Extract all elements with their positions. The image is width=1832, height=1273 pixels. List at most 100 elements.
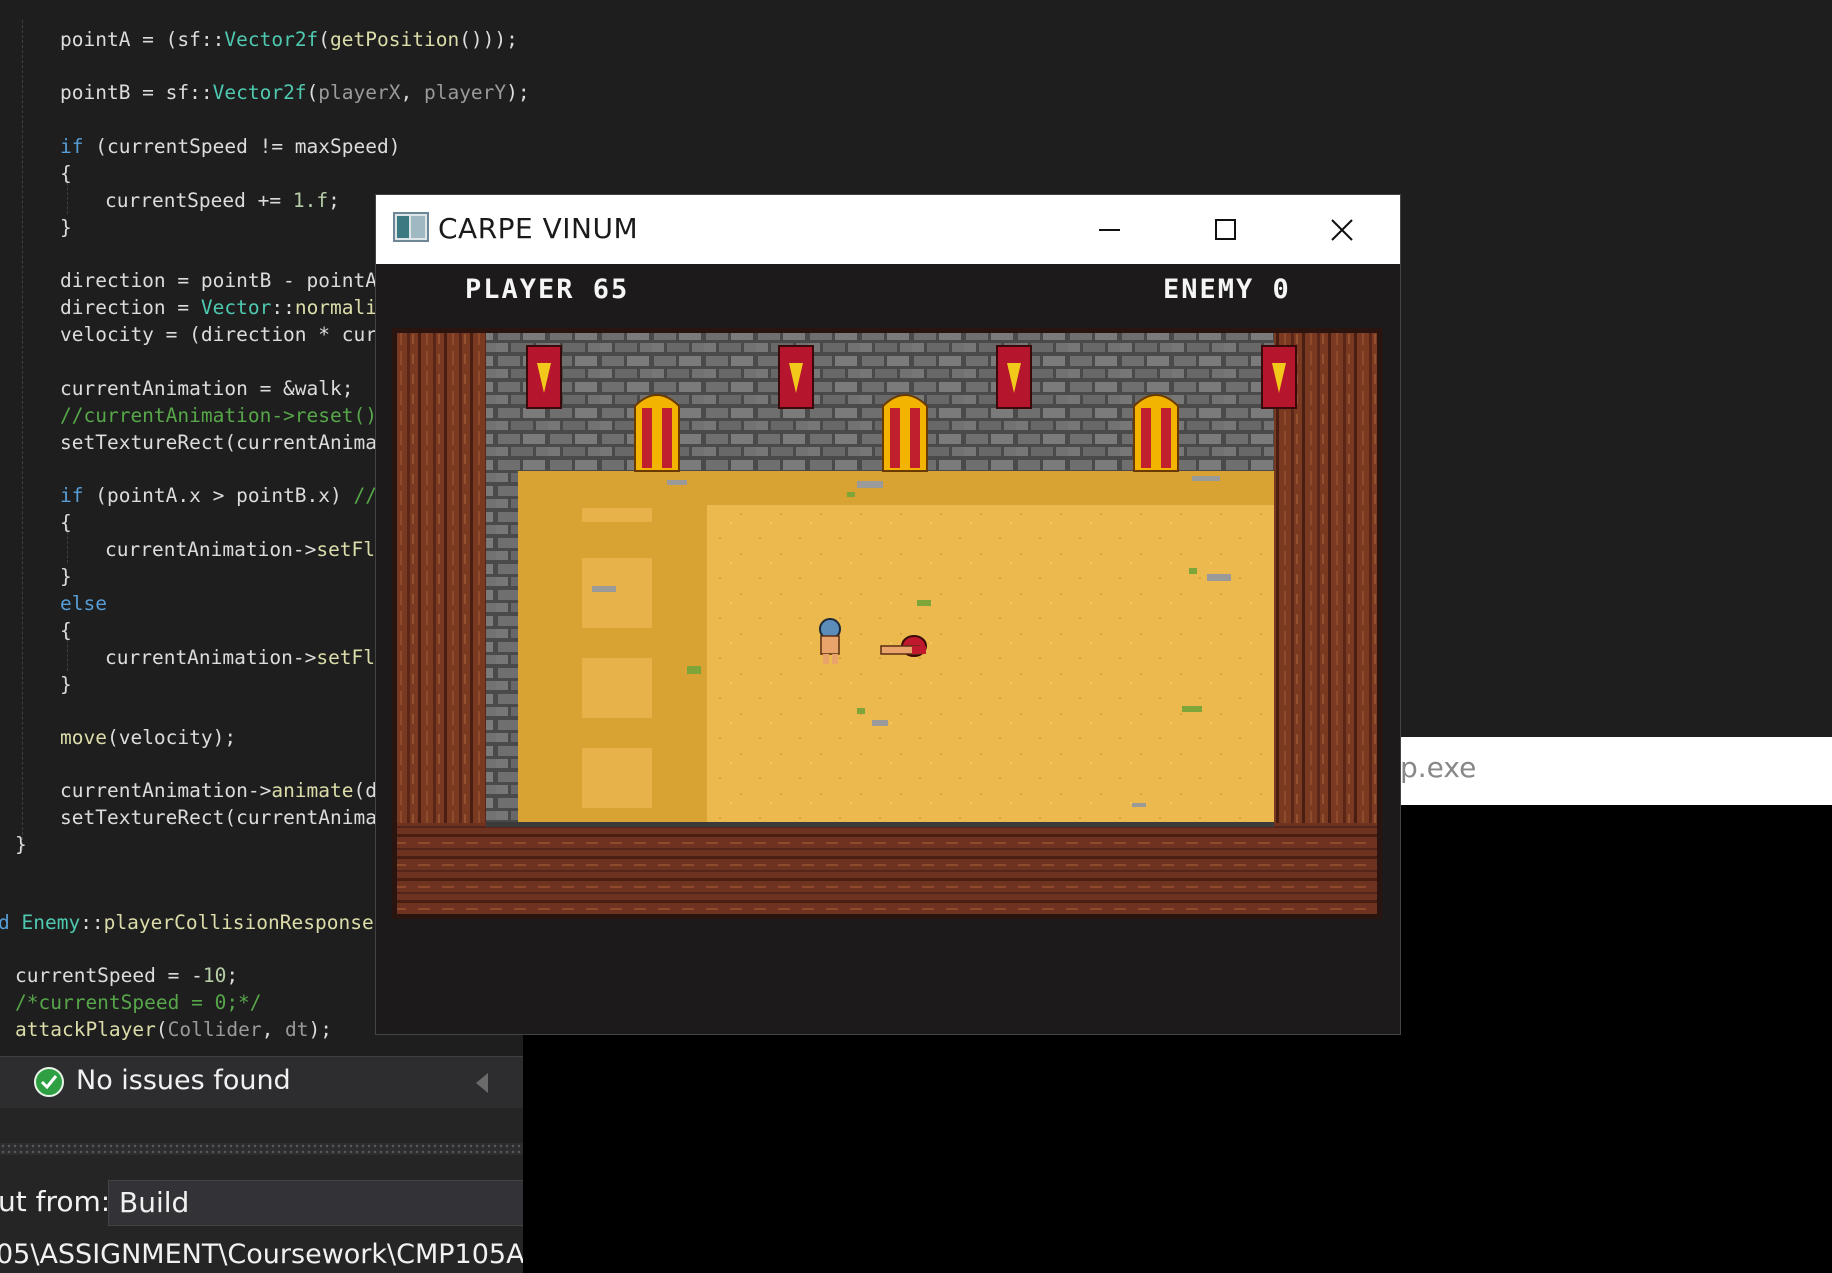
code-line[interactable]: move(velocity); (60, 725, 236, 751)
code-line[interactable]: { (60, 618, 72, 644)
close-button[interactable] (1283, 195, 1399, 264)
app-icon (393, 212, 429, 242)
issues-status-bar[interactable]: No issues found (0, 1056, 523, 1109)
code-token: currentAnimation-> (105, 538, 317, 561)
code-token: playerY (423, 81, 507, 104)
code-token: pointB = sf:: (60, 81, 213, 104)
code-line[interactable]: /*currentSpeed = 0;*/ (15, 990, 262, 1016)
code-token: , (400, 81, 424, 104)
code-token: } (60, 673, 72, 696)
issues-status-label: No issues found (76, 1065, 291, 1096)
check-circle-icon (34, 1067, 64, 1097)
code-token: getPosition (330, 28, 460, 51)
game-window[interactable]: CARPE VINUM PLAYER 65 ENEMY 0 (376, 195, 1400, 1034)
maximize-button[interactable] (1167, 195, 1283, 264)
code-line[interactable]: } (60, 672, 72, 698)
code-token: attackPlayer (15, 1018, 156, 1041)
code-line[interactable]: currentSpeed += 1.f; (105, 188, 340, 214)
code-token: (velocity); (106, 726, 237, 749)
code-token: ); (506, 81, 530, 104)
code-token: move (60, 726, 107, 749)
code-token: currentSpeed = - (15, 964, 203, 987)
code-token: (currentSpeed != maxSpeed) (83, 135, 401, 158)
code-token: { (60, 619, 72, 642)
code-token: currentAnimation-> (105, 646, 317, 669)
code-line[interactable]: else (60, 591, 107, 617)
code-token: :: (80, 911, 104, 934)
code-token: direction = pointB - pointA; (60, 269, 389, 292)
code-token: 10 (202, 964, 227, 987)
code-line[interactable]: currentSpeed = -10; (15, 963, 238, 989)
game-arena[interactable] (392, 328, 1382, 919)
code-line[interactable]: } (60, 564, 72, 590)
background-window-strip[interactable]: p.exe (1400, 737, 1832, 805)
code-token: d (0, 911, 22, 934)
code-token: dt (285, 1018, 309, 1041)
code-token: 1.f (292, 189, 329, 212)
output-source-select[interactable]: Build (108, 1180, 528, 1226)
code-token: Collider (167, 1018, 262, 1041)
code-token: currentAnimation-> (60, 779, 272, 802)
collapse-arrow-icon[interactable] (476, 1073, 488, 1093)
indent-guide (22, 20, 23, 850)
output-path-text: 05\ASSIGNMENT\Coursework\CMP105App (0, 1239, 559, 1270)
code-token: Vector2f (212, 81, 307, 104)
code-line[interactable]: if (currentSpeed != maxSpeed) (60, 134, 400, 160)
code-token: :: (271, 296, 295, 319)
code-token: ( (155, 1018, 168, 1041)
code-line[interactable]: { (60, 161, 72, 187)
output-panel: ut from: Build 05\ASSIGNMENT\Coursework\… (0, 1155, 559, 1273)
game-hud: PLAYER 65 ENEMY 0 (376, 264, 1400, 324)
show-output-from-label: ut from: (0, 1185, 111, 1218)
code-token: , (261, 1018, 286, 1041)
code-token: ; (226, 964, 239, 987)
code-token: } (60, 565, 72, 588)
code-line[interactable]: } (60, 215, 72, 241)
code-token: Vector (200, 296, 272, 319)
code-token: (pointA.x > pointB.x) (83, 484, 354, 507)
minimize-button[interactable] (1051, 195, 1167, 264)
code-token: ())); (459, 28, 518, 51)
enemy-score: ENEMY 0 (1163, 274, 1291, 305)
code-token: { (60, 511, 72, 534)
code-token: ; (328, 189, 340, 212)
code-token: currentSpeed += (105, 189, 293, 212)
code-token: ); (308, 1018, 333, 1041)
code-token: setTextureRect (60, 431, 225, 454)
code-line[interactable]: pointA = (sf::Vector2f(getPosition())); (60, 27, 518, 53)
code-token: playerCollisionResponse (103, 911, 374, 934)
code-token: { (60, 162, 72, 185)
code-line[interactable]: currentAnimation = &walk; (60, 376, 354, 402)
code-line[interactable]: attackPlayer(Collider, dt); (15, 1017, 332, 1043)
background-window-text: p.exe (1400, 751, 1477, 784)
code-token: /*currentSpeed = 0;*/ (15, 991, 262, 1014)
code-line[interactable]: { (60, 510, 72, 536)
code-line[interactable]: //currentAnimation->reset(); (60, 403, 389, 429)
code-token: Enemy (21, 911, 81, 934)
code-line[interactable]: pointB = sf::Vector2f(playerX, playerY); (60, 80, 530, 106)
title-bar[interactable]: CARPE VINUM (376, 195, 1400, 264)
code-token: setTextureRect (60, 806, 225, 829)
code-token: if (60, 484, 84, 507)
code-token: ( (318, 28, 331, 51)
window-title: CARPE VINUM (438, 212, 639, 245)
code-token: else (60, 592, 107, 615)
console-background (523, 1034, 1832, 1273)
code-token: ( (306, 81, 319, 104)
maximize-icon (1215, 219, 1236, 240)
code-token: Vector2f (224, 28, 319, 51)
code-line[interactable]: currentAnimation->animate(dt); (60, 778, 412, 804)
code-token: pointA = (sf:: (60, 28, 225, 51)
code-line[interactable]: } (15, 832, 27, 858)
code-token: direction = (60, 296, 201, 319)
code-token: currentAnimation = &walk; (60, 377, 354, 400)
code-token: //currentAnimation->reset(); (60, 404, 389, 427)
code-token: } (15, 833, 27, 856)
console-background (1400, 805, 1832, 1045)
code-line[interactable]: direction = pointB - pointA; (60, 268, 389, 294)
player-score: PLAYER 65 (465, 274, 630, 305)
close-icon (1331, 219, 1353, 241)
panel-resize-grip[interactable] (0, 1143, 523, 1155)
code-token: animate (271, 779, 354, 802)
panel-gap (0, 1108, 523, 1143)
